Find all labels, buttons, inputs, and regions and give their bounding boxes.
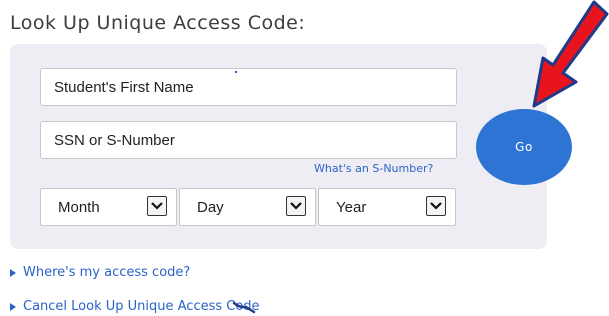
first-name-field[interactable]: Student's First Name <box>40 68 457 106</box>
chevron-down-icon[interactable] <box>286 196 306 216</box>
red-arrow-icon <box>532 0 609 108</box>
month-select[interactable]: Month <box>40 188 177 226</box>
cancel-lookup-link[interactable]: Cancel Look Up Unique Access Code <box>10 299 260 314</box>
pen-cursor-icon <box>232 301 256 314</box>
year-select-label: Year <box>336 199 367 216</box>
first-name-placeholder: Student's First Name <box>54 78 194 96</box>
triangle-right-icon <box>10 302 16 311</box>
s-number-help-link[interactable]: What's an S-Number? <box>314 162 433 175</box>
month-select-label: Month <box>58 199 100 216</box>
ssn-field[interactable]: SSN or S-Number <box>40 121 457 159</box>
chevron-down-icon[interactable] <box>426 196 446 216</box>
cancel-lookup-label: Cancel Look Up Unique Access Code <box>23 299 260 314</box>
where-access-code-link[interactable]: Where's my access code? <box>10 265 190 280</box>
text-cursor-dot <box>235 71 237 73</box>
day-select[interactable]: Day <box>179 188 316 226</box>
day-select-label: Day <box>197 199 224 216</box>
go-button[interactable]: Go <box>476 109 572 185</box>
page-title: Look Up Unique Access Code: <box>10 12 306 34</box>
chevron-down-icon[interactable] <box>147 196 167 216</box>
triangle-right-icon <box>10 268 16 277</box>
ssn-placeholder: SSN or S-Number <box>54 131 175 149</box>
year-select[interactable]: Year <box>318 188 456 226</box>
where-access-code-label: Where's my access code? <box>23 265 191 280</box>
